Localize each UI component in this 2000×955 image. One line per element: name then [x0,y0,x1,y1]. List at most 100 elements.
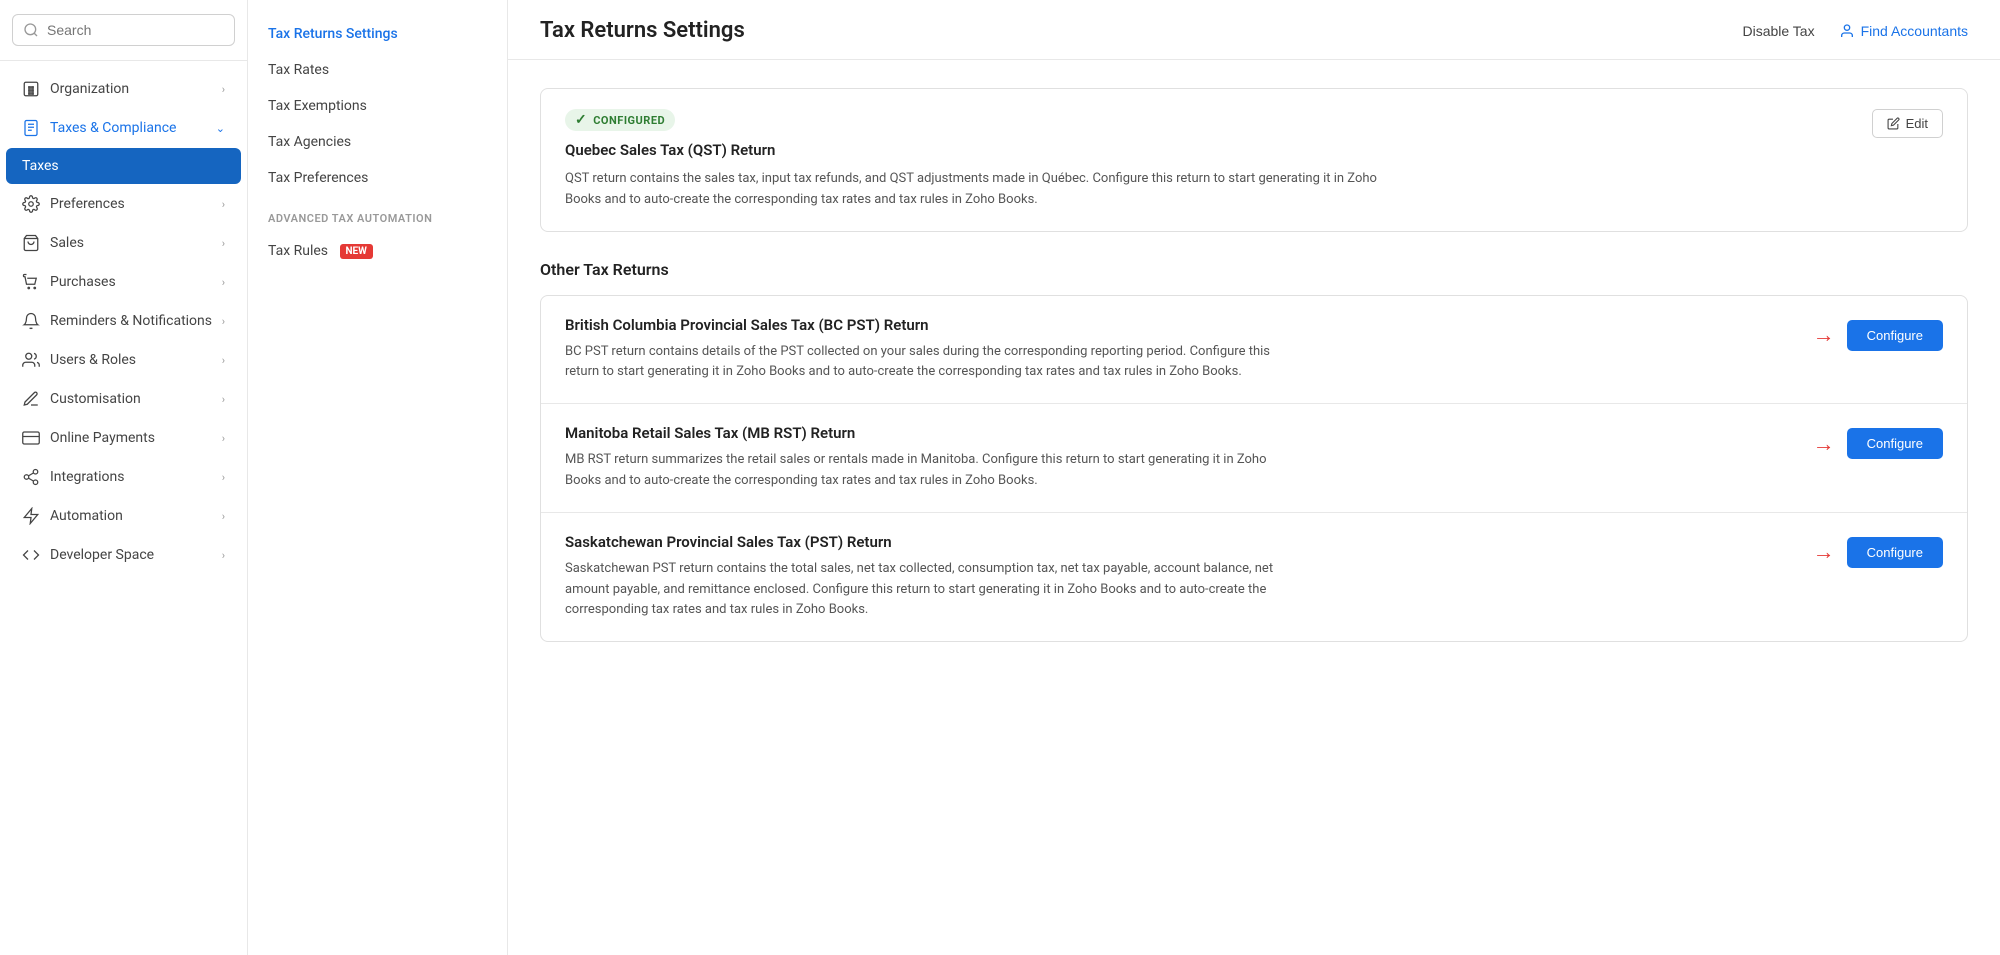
nav-list: Organization › Taxes & Compliance ⌄ Taxe… [0,61,247,583]
main-content: Tax Returns Settings Disable Tax Find Ac… [508,0,2000,955]
sidebar-item-developer-space[interactable]: Developer Space › [6,536,241,574]
search-icon [23,22,39,38]
chevron-right-icon: › [222,237,225,250]
advanced-section-label: ADVANCED TAX AUTOMATION [248,196,507,233]
tax-rules-label: Tax Rules [268,243,328,259]
arrow-right-icon: → [1813,322,1835,348]
tax-return-mb-rst-info: Manitoba Retail Sales Tax (MB RST) Retur… [565,424,1797,492]
tax-return-mb-rst-action: → Configure [1813,428,1943,459]
taxes-compliance-icon [22,119,40,137]
tax-return-item-sk-pst: Saskatchewan Provincial Sales Tax (PST) … [541,513,1967,641]
sidebar-item-organization[interactable]: Organization › [6,70,241,108]
edit-icon [1887,117,1900,130]
building-icon [22,80,40,98]
sidebar-item-label: Sales [50,235,84,251]
header-actions: Disable Tax Find Accountants [1742,23,1968,39]
chevron-right-icon: › [222,393,225,406]
automation-icon [22,507,40,525]
sidebar-item-label: Taxes [22,158,59,174]
sidebar-item-label: Automation [50,508,123,524]
middle-panel: Tax Returns Settings Tax Rates Tax Exemp… [248,0,508,955]
sidebar-item-taxes-compliance[interactable]: Taxes & Compliance ⌄ [6,109,241,147]
sidebar-item-reminders[interactable]: Reminders & Notifications › [6,302,241,340]
configured-badge-label: CONFIGURED [593,114,665,127]
sidebar-item-label: Developer Space [50,547,154,563]
edit-label: Edit [1906,116,1928,131]
configured-card-desc: QST return contains the sales tax, input… [565,169,1385,211]
configured-badge: ✓ CONFIGURED [565,109,675,131]
sidebar-item-automation[interactable]: Automation › [6,497,241,535]
payments-icon [22,429,40,447]
tax-return-item-mb-rst: Manitoba Retail Sales Tax (MB RST) Retur… [541,404,1967,513]
middle-nav-tax-preferences[interactable]: Tax Preferences [248,160,507,196]
tax-return-bc-pst-action: → Configure [1813,320,1943,351]
sidebar-item-preferences[interactable]: Preferences › [6,185,241,223]
sidebar-item-online-payments[interactable]: Online Payments › [6,419,241,457]
tax-return-item-bc-pst: British Columbia Provincial Sales Tax (B… [541,296,1967,405]
configure-mb-rst-button[interactable]: Configure [1847,428,1943,459]
sidebar-item-label: Reminders & Notifications [50,313,212,329]
tax-return-bc-pst-info: British Columbia Provincial Sales Tax (B… [565,316,1797,384]
sales-icon [22,234,40,252]
configure-sk-pst-button[interactable]: Configure [1847,537,1943,568]
tax-return-mb-rst-desc: MB RST return summarizes the retail sale… [565,450,1285,492]
tax-return-sk-pst-desc: Saskatchewan PST return contains the tot… [565,559,1285,621]
chevron-right-icon: › [222,432,225,445]
sidebar-item-label: Online Payments [50,430,155,446]
find-accountants-button[interactable]: Find Accountants [1839,23,1968,39]
check-circle-icon: ✓ [575,112,587,128]
tax-return-sk-pst-info: Saskatchewan Provincial Sales Tax (PST) … [565,533,1797,621]
configured-card-title: Quebec Sales Tax (QST) Return [565,141,1943,159]
sidebar-item-label: Preferences [50,196,125,212]
chevron-right-icon: › [222,354,225,367]
middle-nav-tax-rules[interactable]: Tax Rules NEW [248,233,507,269]
sidebar-item-purchases[interactable]: Purchases › [6,263,241,301]
middle-nav-tax-exemptions[interactable]: Tax Exemptions [248,88,507,124]
tax-return-sk-pst-action: → Configure [1813,537,1943,568]
chevron-right-icon: › [222,549,225,562]
dev-icon [22,546,40,564]
person-icon [1839,23,1855,39]
sidebar-item-taxes[interactable]: Taxes [6,148,241,184]
sidebar-item-label: Customisation [50,391,141,407]
search-box [0,0,247,61]
sidebar-item-customisation[interactable]: Customisation › [6,380,241,418]
sidebar-item-label: Integrations [50,469,124,485]
arrow-right-icon: → [1813,539,1835,565]
tax-returns-list: British Columbia Provincial Sales Tax (B… [540,295,1968,643]
content-body: ✓ CONFIGURED Quebec Sales Tax (QST) Retu… [508,60,2000,670]
chevron-right-icon: › [222,315,225,328]
middle-nav-tax-rates[interactable]: Tax Rates [248,52,507,88]
arrow-right-icon: → [1813,431,1835,457]
prefs-icon [22,195,40,213]
page-title: Tax Returns Settings [540,18,745,43]
purchases-icon [22,273,40,291]
sidebar-item-label: Organization [50,81,129,97]
chevron-right-icon: › [222,471,225,484]
sidebar-item-sales[interactable]: Sales › [6,224,241,262]
main-header: Tax Returns Settings Disable Tax Find Ac… [508,0,2000,60]
search-input-wrap[interactable] [12,14,235,46]
middle-nav-tax-returns-settings[interactable]: Tax Returns Settings [248,16,507,52]
chevron-right-icon: › [222,198,225,211]
find-accountants-label: Find Accountants [1861,23,1968,39]
chevron-right-icon: › [222,510,225,523]
middle-nav-tax-agencies[interactable]: Tax Agencies [248,124,507,160]
custom-icon [22,390,40,408]
edit-button[interactable]: Edit [1872,109,1943,138]
sidebar-item-integrations[interactable]: Integrations › [6,458,241,496]
integrations-icon [22,468,40,486]
sidebar-item-label: Purchases [50,274,116,290]
sidebar-item-users-roles[interactable]: Users & Roles › [6,341,241,379]
sidebar: Organization › Taxes & Compliance ⌄ Taxe… [0,0,248,955]
tax-return-mb-rst-title: Manitoba Retail Sales Tax (MB RST) Retur… [565,424,1797,442]
disable-tax-button[interactable]: Disable Tax [1742,23,1814,39]
users-icon [22,351,40,369]
other-tax-returns-title: Other Tax Returns [540,260,1968,279]
sidebar-item-label: Taxes & Compliance [50,120,176,136]
chevron-down-icon: ⌄ [216,122,225,135]
chevron-right-icon: › [222,276,225,289]
search-input[interactable] [47,22,224,38]
configure-bc-pst-button[interactable]: Configure [1847,320,1943,351]
tax-return-sk-pst-title: Saskatchewan Provincial Sales Tax (PST) … [565,533,1797,551]
